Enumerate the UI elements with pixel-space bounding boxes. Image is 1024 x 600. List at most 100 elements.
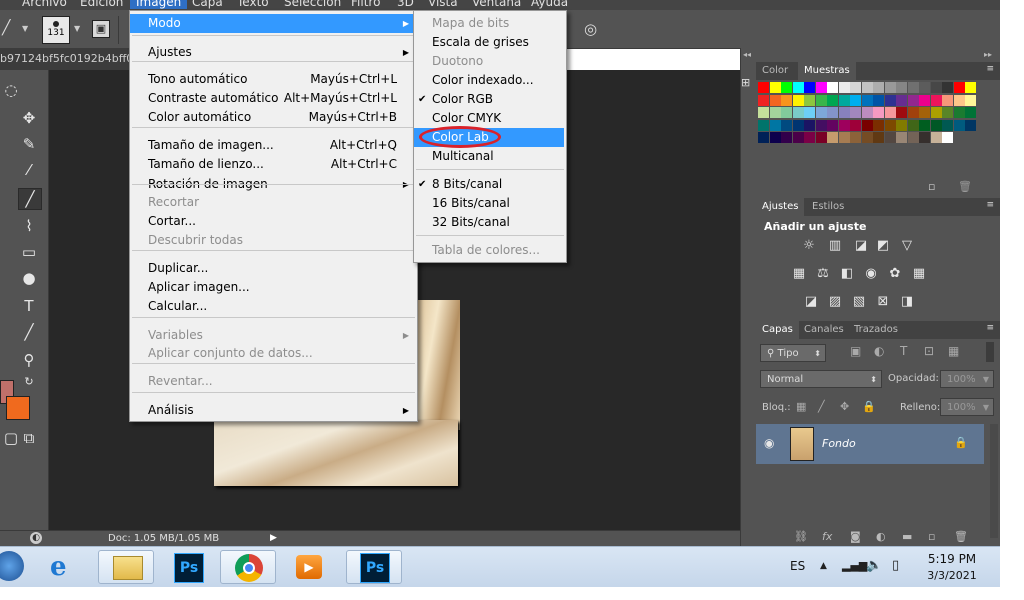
channel-mixer-icon[interactable]: ✿ (886, 266, 904, 282)
color-swatch[interactable] (850, 119, 861, 131)
submenu-item-escala-de-grises[interactable]: Escala de grises (414, 33, 564, 52)
tab-muestras[interactable]: Muestras (798, 62, 856, 80)
color-swatch[interactable] (919, 82, 930, 93)
collapse-arrows-icon[interactable]: ▸▸ (984, 50, 992, 59)
color-swatch[interactable] (884, 94, 896, 106)
color-swatch[interactable] (896, 132, 907, 143)
color-swatch[interactable] (873, 82, 884, 93)
color-swatch[interactable] (850, 107, 861, 118)
gradient-tool-icon[interactable]: ▭ (18, 242, 40, 262)
color-swatch[interactable] (804, 82, 815, 93)
color-swatch[interactable] (907, 107, 919, 118)
eyedropper-tool-icon[interactable]: ⁄ (18, 160, 40, 180)
trash-icon[interactable]: 🗑 (958, 180, 972, 193)
color-swatch[interactable] (896, 107, 907, 118)
layer-filter-select[interactable]: ⚲ Tipo ⬍ (760, 344, 826, 362)
zoom-tool-icon[interactable]: ⚲ (18, 350, 40, 370)
submenu-item-color-rgb[interactable]: ✔ Color RGB (414, 90, 564, 109)
color-swatch[interactable] (873, 94, 884, 106)
tab-canales[interactable]: Canales (798, 321, 850, 339)
color-swatch[interactable] (907, 94, 919, 106)
history-brush-tool-icon[interactable]: ⌇ (18, 216, 40, 236)
menu-item-tamano-de-lienzo[interactable]: Tamaño de lienzo... Alt+Ctrl+C (130, 155, 415, 174)
color-swatch[interactable] (804, 119, 815, 131)
lock-position-icon[interactable]: ✥ (840, 400, 849, 413)
chevron-down-icon[interactable]: ▼ (22, 24, 28, 33)
color-swatch[interactable] (861, 119, 873, 131)
battery-icon[interactable]: ▯ (892, 558, 899, 573)
color-swatch[interactable] (930, 132, 942, 143)
menu-capa[interactable]: Capa (192, 0, 223, 9)
color-swatch[interactable] (965, 107, 976, 118)
curves-icon[interactable]: ◪ (852, 238, 870, 254)
color-swatch[interactable] (838, 132, 850, 143)
color-swatch[interactable] (965, 82, 976, 93)
color-swatch[interactable] (838, 107, 850, 118)
menu-edicion[interactable]: Edición (80, 0, 123, 9)
windows-start-icon[interactable] (0, 551, 24, 581)
posterize-icon[interactable]: ▨ (826, 294, 844, 310)
threshold-icon[interactable]: ▧ (850, 294, 868, 310)
color-swatch[interactable] (896, 94, 907, 106)
color-swatch[interactable] (815, 82, 827, 93)
tab-color[interactable]: Color (756, 62, 794, 80)
color-swatch[interactable] (781, 107, 792, 118)
color-swatch[interactable] (769, 119, 781, 131)
menu-imagen[interactable]: Imagen (130, 0, 188, 9)
color-swatch[interactable] (884, 107, 896, 118)
menu-item-duplicar[interactable]: Duplicar... (130, 259, 415, 278)
taskbar-photoshop-active[interactable]: Ps (346, 550, 402, 584)
color-swatch[interactable] (930, 94, 942, 106)
taskbar-media-player[interactable]: ▶ (282, 550, 338, 584)
color-swatch[interactable] (942, 94, 953, 106)
color-swatch[interactable] (769, 82, 781, 93)
screen-mode-icon[interactable]: ⧉ (18, 428, 40, 448)
panel-menu-icon[interactable]: ≡ (986, 323, 994, 333)
menu-3d[interactable]: 3D (397, 0, 414, 9)
menu-item-aplicar-imagen[interactable]: Aplicar imagen... (130, 278, 415, 297)
color-swatch[interactable] (758, 107, 769, 118)
color-swatch[interactable] (919, 107, 930, 118)
opacity-input[interactable]: 100% ▼ (940, 370, 994, 388)
color-swatch[interactable] (919, 132, 930, 143)
canvas-image[interactable] (214, 420, 458, 486)
selective-color-icon[interactable]: ⊠ (874, 294, 892, 310)
color-swatch[interactable] (884, 82, 896, 93)
filter-toggle[interactable] (986, 342, 994, 362)
color-swatch[interactable] (838, 82, 850, 93)
pressure-size-icon[interactable]: ◎ (584, 20, 604, 40)
new-adjustment-icon[interactable]: ◐ (876, 530, 886, 543)
new-group-icon[interactable]: ▬ (902, 530, 912, 543)
network-icon[interactable]: ▂▄▆ (842, 559, 867, 572)
taskbar-chrome[interactable] (220, 550, 276, 584)
color-swatch[interactable] (919, 119, 930, 131)
color-swatch[interactable] (827, 107, 838, 118)
panel-menu-icon[interactable]: ≡ (986, 200, 994, 210)
color-swatch[interactable] (907, 119, 919, 131)
color-swatch[interactable] (953, 82, 965, 93)
brush-tool-icon[interactable]: ╱ (18, 188, 42, 210)
color-swatch[interactable] (804, 94, 815, 106)
panel-menu-icon[interactable]: ≡ (986, 64, 994, 74)
color-balance-icon[interactable]: ⚖ (814, 266, 832, 282)
submenu-item-color-indexado[interactable]: Color indexado... (414, 71, 564, 90)
color-swatch[interactable] (758, 119, 769, 131)
menu-texto[interactable]: Texto (237, 0, 269, 9)
photo-filter-icon[interactable]: ◉ (862, 266, 880, 282)
black-white-icon[interactable]: ◧ (838, 266, 856, 282)
color-swatch[interactable] (942, 119, 953, 131)
color-swatch[interactable] (838, 119, 850, 131)
color-swatch[interactable] (861, 94, 873, 106)
exposure-icon[interactable]: ◩ (874, 238, 892, 254)
color-swatch[interactable] (827, 94, 838, 106)
eye-icon[interactable]: ◉ (764, 436, 774, 450)
menu-item-analisis[interactable]: Análisis ▶ (130, 401, 415, 420)
color-swatch[interactable] (758, 94, 769, 106)
color-swatch[interactable] (815, 132, 827, 143)
lock-transparent-icon[interactable]: ▦ (796, 400, 806, 413)
menu-item-modo[interactable]: Modo ▶ (130, 14, 415, 33)
lock-all-icon[interactable]: 🔒 (862, 400, 876, 413)
status-menu-arrow-icon[interactable]: ▶ (270, 533, 277, 543)
color-swatch[interactable] (850, 82, 861, 93)
taskbar-file-explorer[interactable] (98, 550, 154, 584)
